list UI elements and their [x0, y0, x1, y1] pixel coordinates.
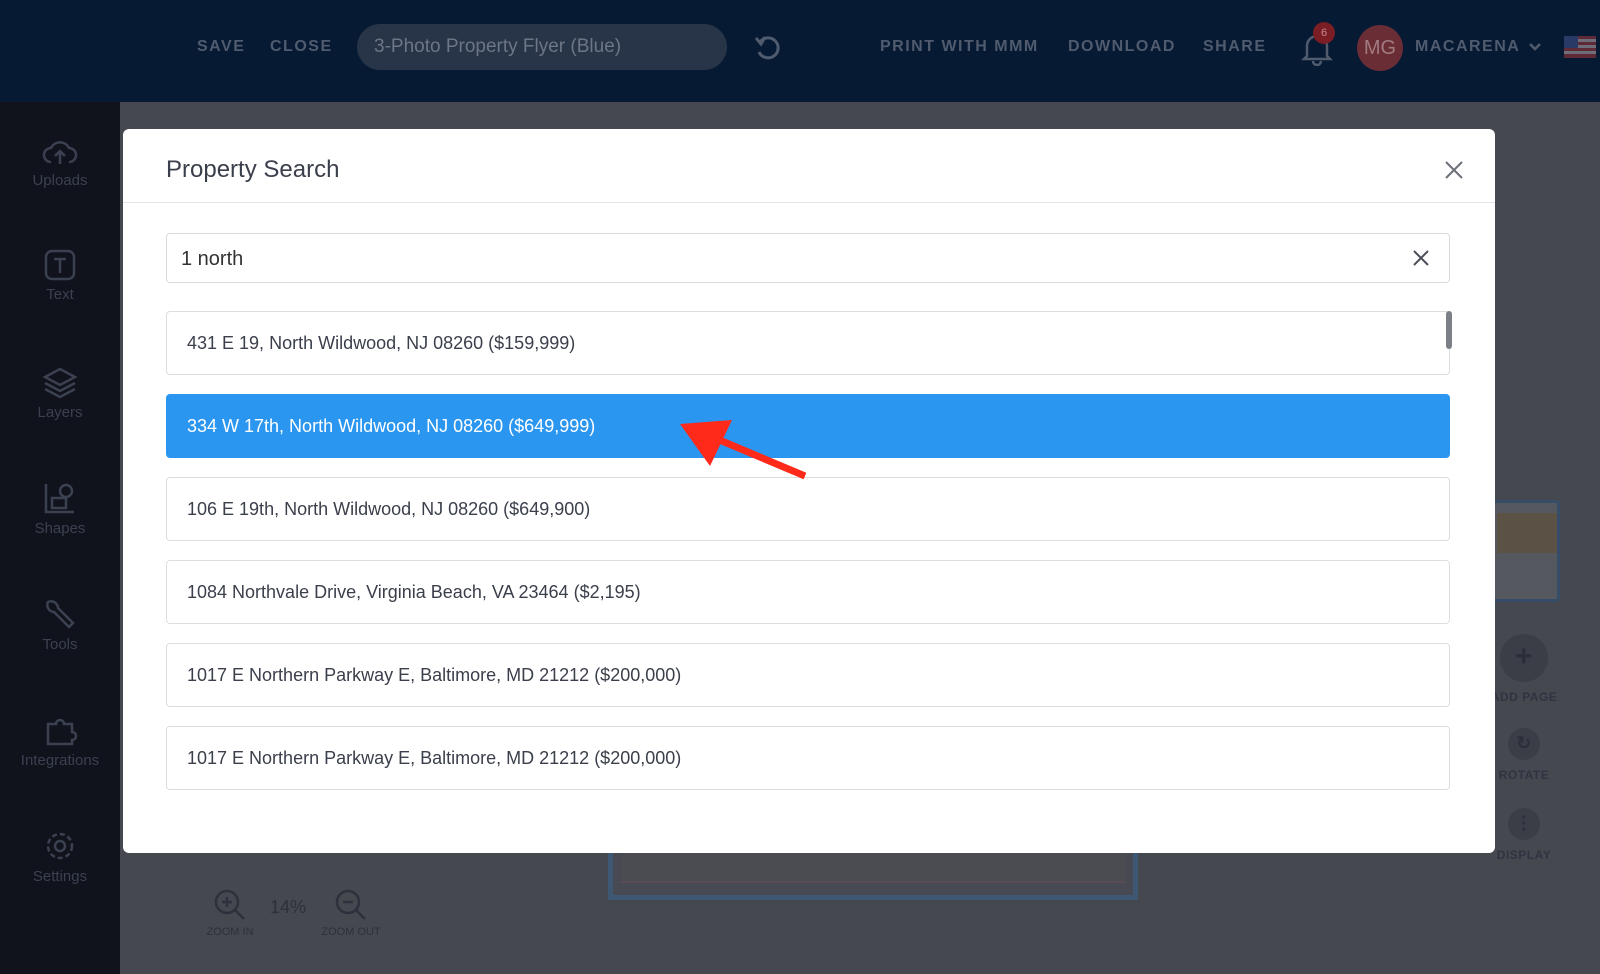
- zoom-level: 14%: [270, 897, 307, 917]
- modal-title: Property Search: [166, 156, 340, 183]
- result-item[interactable]: 106 E 19th, North Wildwood, NJ 08260 ($6…: [166, 477, 1450, 541]
- sidebar-item-label: Tools: [42, 636, 78, 653]
- results-list: 431 E 19, North Wildwood, NJ 08260 ($159…: [166, 311, 1450, 809]
- sidebar-item-label: Shapes: [34, 520, 86, 537]
- results-scrollbar[interactable]: [1446, 311, 1452, 349]
- shapes-icon: [44, 483, 74, 514]
- undo-icon[interactable]: [752, 32, 784, 64]
- sidebar-item-layers[interactable]: Layers: [0, 366, 120, 421]
- zoom-out-label: ZOOM OUT: [321, 926, 381, 938]
- settings-icon: [46, 832, 74, 860]
- sidebar-item-tools[interactable]: Tools: [0, 596, 120, 653]
- rotate-icon: ↻: [1508, 728, 1540, 760]
- property-search-modal: Property Search 431 E 19, North Wildwood…: [123, 129, 1495, 853]
- upload-icon: [42, 141, 78, 164]
- search-box: [166, 233, 1450, 283]
- sidebar-item-label: Uploads: [32, 172, 88, 189]
- add-page-label: ADD PAGE: [1490, 690, 1558, 704]
- clear-search-icon[interactable]: [1411, 248, 1431, 268]
- zoom-in-button[interactable]: ZOOM IN: [200, 888, 260, 938]
- modal-header: Property Search: [123, 129, 1495, 203]
- result-item-selected[interactable]: 334 W 17th, North Wildwood, NJ 08260 ($6…: [166, 394, 1450, 458]
- search-input[interactable]: [181, 244, 1381, 274]
- plus-icon: +: [1500, 634, 1548, 682]
- zoom-out-button[interactable]: ZOOM OUT: [316, 888, 386, 938]
- sidebar-item-label: Text: [46, 286, 74, 303]
- notification-badge: 6: [1313, 22, 1335, 44]
- avatar[interactable]: MG: [1357, 25, 1403, 71]
- sidebar-item-settings[interactable]: Settings: [0, 828, 120, 885]
- display-icon: ⋮: [1508, 808, 1540, 840]
- sidebar-item-label: Integrations: [20, 752, 100, 769]
- sidebar-item-shapes[interactable]: Shapes: [0, 480, 120, 537]
- add-page-button[interactable]: + ADD PAGE: [1490, 634, 1558, 704]
- sidebar-item-label: Settings: [32, 868, 88, 885]
- sidebar-item-text[interactable]: Text: [0, 248, 120, 303]
- page-thumbnail[interactable]: [1492, 500, 1560, 602]
- zoom-in-label: ZOOM IN: [206, 926, 254, 938]
- download-button[interactable]: DOWNLOAD: [1068, 38, 1176, 56]
- display-button[interactable]: ⋮ DISPLAY: [1490, 808, 1558, 862]
- save-button[interactable]: SAVE: [197, 38, 245, 56]
- close-icon[interactable]: [1443, 159, 1465, 181]
- top-bar: SAVE CLOSE 3-Photo Property Flyer (Blue)…: [0, 0, 1600, 102]
- layers-icon: [42, 367, 78, 399]
- user-name[interactable]: MACARENA: [1415, 38, 1520, 56]
- thumbnail-photo: [1497, 513, 1557, 553]
- zoom-in-icon: [214, 889, 245, 920]
- rotate-label: ROTATE: [1498, 768, 1550, 782]
- flag-icon[interactable]: [1564, 36, 1596, 58]
- left-sidebar: Uploads Text Layers Shapes Tools Integra…: [0, 102, 120, 974]
- display-label: DISPLAY: [1496, 848, 1552, 862]
- result-item[interactable]: 1017 E Northern Parkway E, Baltimore, MD…: [166, 726, 1450, 790]
- text-icon: [44, 249, 76, 281]
- sidebar-item-label: Layers: [37, 404, 83, 421]
- result-item[interactable]: 1084 Northvale Drive, Virginia Beach, VA…: [166, 560, 1450, 624]
- sidebar-item-uploads[interactable]: Uploads: [0, 138, 120, 189]
- tools-icon: [46, 600, 75, 629]
- result-item[interactable]: 1017 E Northern Parkway E, Baltimore, MD…: [166, 643, 1450, 707]
- document-title-field[interactable]: 3-Photo Property Flyer (Blue): [357, 24, 727, 70]
- sidebar-item-integrations[interactable]: Integrations: [0, 712, 120, 769]
- rotate-button[interactable]: ↻ ROTATE: [1490, 728, 1558, 782]
- zoom-out-icon: [335, 889, 366, 920]
- chevron-down-icon[interactable]: [1528, 40, 1542, 54]
- print-with-mmm-button[interactable]: PRINT WITH MMM: [880, 38, 1039, 56]
- close-button[interactable]: CLOSE: [270, 38, 333, 56]
- result-item[interactable]: 431 E 19, North Wildwood, NJ 08260 ($159…: [166, 311, 1450, 375]
- integrations-icon: [46, 718, 78, 746]
- share-button[interactable]: SHARE: [1203, 38, 1267, 56]
